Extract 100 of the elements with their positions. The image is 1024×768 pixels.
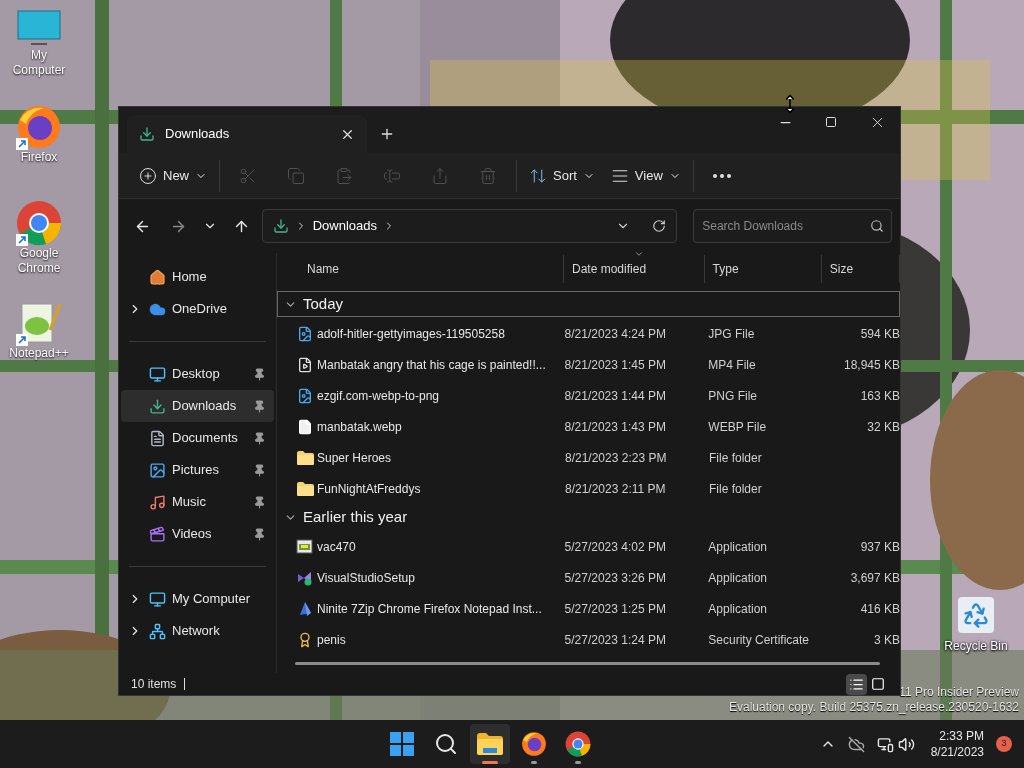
maximize-icon[interactable] — [825, 116, 837, 128]
size-cell-text: 163 KB — [859, 387, 900, 405]
file-name[interactable]: VisualStudioSetup — [314, 568, 557, 587]
network-icon — [149, 622, 166, 640]
column-header[interactable]: Name — [299, 255, 564, 283]
document-icon — [149, 429, 166, 447]
square-icon — [870, 677, 885, 691]
group-header[interactable]: Earlier this year — [277, 504, 900, 530]
type-cell-text: Security Certificate — [707, 631, 811, 649]
file-name[interactable]: FunNightAtFreddys — [315, 479, 557, 498]
search-field[interactable]: Search Downloads — [693, 209, 892, 243]
chrome-icon — [16, 200, 62, 246]
group-header[interactable]: Today — [277, 291, 900, 317]
refresh-icon[interactable] — [652, 219, 667, 233]
search-icon — [433, 732, 458, 756]
image-file-icon — [297, 387, 313, 404]
file-name[interactable]: ezgif.com-webp-to-png — [314, 386, 557, 405]
cloud-off-icon[interactable] — [847, 735, 865, 753]
download-icon — [149, 397, 166, 415]
sidebar-item[interactable]: Pictures — [121, 454, 274, 486]
volume-icon[interactable] — [897, 735, 915, 753]
music-icon — [149, 493, 166, 511]
monitor-icon — [149, 365, 166, 383]
recycle-bin-icon — [958, 597, 994, 633]
download-icon — [272, 218, 289, 234]
video-file-icon — [297, 356, 313, 373]
sidebar-item[interactable]: Network — [121, 615, 274, 647]
sort-caret-icon — [633, 249, 644, 259]
view-button[interactable]: View — [602, 157, 689, 194]
type-cell-text: File folder — [708, 449, 763, 467]
house-icon — [149, 268, 166, 286]
file-name[interactable]: Ninite 7Zip Chrome Firefox Notepad Inst... — [314, 599, 557, 618]
monitor-icon — [149, 590, 166, 608]
picture-icon — [149, 461, 166, 479]
size-cell-text: 3 KB — [873, 631, 900, 649]
firefox-icon — [16, 104, 62, 150]
share-icon — [431, 166, 449, 185]
shortcut-arrow-icon — [16, 234, 28, 246]
search-icon — [870, 219, 884, 233]
column-header[interactable]: Size — [821, 255, 900, 283]
type-cell-text: Application — [707, 569, 769, 587]
file-name[interactable]: Manbatak angry that his cage is painted!!... — [314, 355, 557, 374]
shortcut-arrow-icon — [16, 334, 28, 346]
more-icon — [712, 173, 731, 178]
details-view-button[interactable] — [846, 673, 867, 695]
date-cell-text: 8/21/2023 4:24 PM — [563, 325, 667, 343]
folder-icon — [296, 481, 314, 496]
breadcrumb[interactable]: Downloads — [312, 216, 377, 236]
sort-arrows-icon — [529, 166, 547, 185]
date-cell-text: 8/21/2023 1:44 PM — [563, 387, 667, 405]
sort-button[interactable]: Sort — [521, 157, 603, 194]
rename-icon — [383, 166, 401, 185]
column-header[interactable]: Type — [704, 255, 822, 283]
sidebar-item[interactable]: Documents — [121, 422, 274, 454]
file-name[interactable]: penis — [314, 630, 557, 649]
type-cell-text: Application — [707, 538, 769, 556]
date-cell-text: 8/21/2023 1:43 PM — [563, 418, 667, 436]
date-cell-text: 5/27/2023 4:02 PM — [563, 538, 667, 556]
sidebar-item[interactable]: OneDrive — [121, 293, 274, 325]
folder-icon — [296, 450, 314, 465]
address-bar[interactable]: Downloads — [261, 209, 678, 243]
sidebar-item[interactable]: My Computer — [121, 583, 274, 615]
date-cell-text: 5/27/2023 3:26 PM — [563, 569, 667, 587]
file-name[interactable]: adolf-hitler-gettyimages-119505258 — [314, 324, 557, 343]
type-cell-text: File folder — [708, 480, 763, 498]
window-tab[interactable]: Downloads — [127, 115, 367, 153]
new-tab-icon[interactable] — [379, 126, 395, 142]
sidebar-item[interactable]: Desktop — [121, 358, 274, 390]
sidebar-item[interactable]: Downloads — [121, 390, 274, 422]
network-icon[interactable] — [876, 735, 894, 753]
firefox-icon — [520, 731, 547, 757]
column-header[interactable]: Date modified — [564, 255, 705, 283]
taskbar-button[interactable] — [469, 724, 510, 764]
image-file-icon — [297, 325, 313, 342]
notification-count[interactable]: 3 — [996, 736, 1012, 752]
installer-icon — [296, 538, 314, 555]
new-button[interactable]: New — [131, 157, 215, 194]
type-cell-text: Application — [707, 600, 769, 618]
list-icon — [849, 676, 864, 692]
horizontal-scrollbar[interactable] — [295, 662, 880, 665]
trash-icon — [479, 166, 497, 185]
clock[interactable]: 2:33 PM 8/21/2023 — [930, 728, 984, 760]
date-cell-text: 8/21/2023 2:11 PM — [564, 480, 667, 498]
sidebar-item[interactable]: Videos — [121, 518, 274, 550]
monitor-icon — [17, 10, 61, 48]
date-cell-text: 5/27/2023 1:24 PM — [563, 631, 667, 649]
shortcut-arrow-icon — [16, 138, 28, 150]
download-icon — [139, 126, 155, 142]
size-cell-text: 937 KB — [859, 538, 900, 556]
type-cell-text: MP4 File — [707, 356, 757, 374]
type-cell-text: WEBP File — [707, 418, 768, 436]
folder-icon — [476, 733, 503, 755]
file-name[interactable]: manbatak.webp — [314, 417, 557, 436]
sidebar-item[interactable]: Music — [121, 486, 274, 518]
date-cell-text: 8/21/2023 1:45 PM — [563, 356, 667, 374]
file-name[interactable]: Super Heroes — [315, 448, 557, 467]
sidebar-item[interactable]: Home — [121, 261, 274, 293]
file-name[interactable]: vac470 — [314, 537, 557, 556]
type-cell-text: PNG File — [707, 387, 758, 405]
item-count: 10 items — [131, 676, 177, 693]
